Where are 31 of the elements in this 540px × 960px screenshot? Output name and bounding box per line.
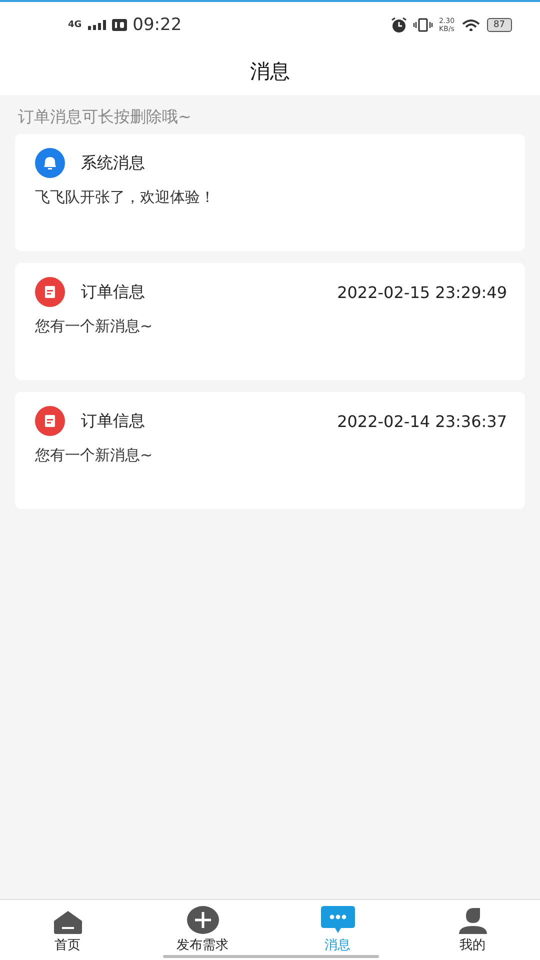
bell-icon (35, 148, 65, 178)
home-icon (52, 910, 82, 934)
tab-item[interactable]: 发布需求 (135, 900, 270, 960)
message-time: 2022-02-15 23:29:49 (337, 282, 507, 302)
person-icon (458, 908, 488, 934)
message-title: 订单信息 (81, 282, 146, 302)
message-card[interactable]: 系统消息 飞飞队开张了，欢迎体验！ (15, 134, 525, 251)
message-text: 飞飞队开张了，欢迎体验！ (35, 188, 216, 207)
network-label: 4G (68, 20, 82, 30)
tab-item[interactable]: 我的 (405, 900, 540, 960)
signal-icon (88, 20, 106, 30)
vibrate-icon (412, 18, 433, 32)
tab-item[interactable]: 首页 (0, 900, 135, 960)
hd-icon (112, 19, 127, 31)
clipboard-icon (35, 406, 65, 436)
message-card[interactable]: 订单信息 2022-02-15 23:29:49 您有一个新消息~ (15, 263, 525, 380)
chat-icon (320, 906, 354, 934)
wifi-icon (460, 19, 481, 31)
message-time: 2022-02-14 23:36:37 (337, 412, 507, 430)
message-text: 您有一个新消息~ (35, 317, 154, 336)
plus-icon (186, 906, 218, 934)
clipboard-icon (35, 277, 65, 307)
message-title: 订单信息 (81, 410, 146, 432)
battery-level: 87 (486, 18, 512, 32)
status-time: 09:22 (132, 15, 182, 35)
hint-text: 订单消息可长按删除哦~ (17, 106, 192, 128)
message-text: 您有一个新消息~ (35, 446, 154, 465)
message-title: 系统消息 (81, 152, 146, 174)
alarm-icon (390, 17, 407, 33)
page-title: 消息 (250, 58, 290, 85)
message-card[interactable]: 订单信息 2022-02-14 23:36:37 您有一个新消息~ (15, 392, 525, 509)
